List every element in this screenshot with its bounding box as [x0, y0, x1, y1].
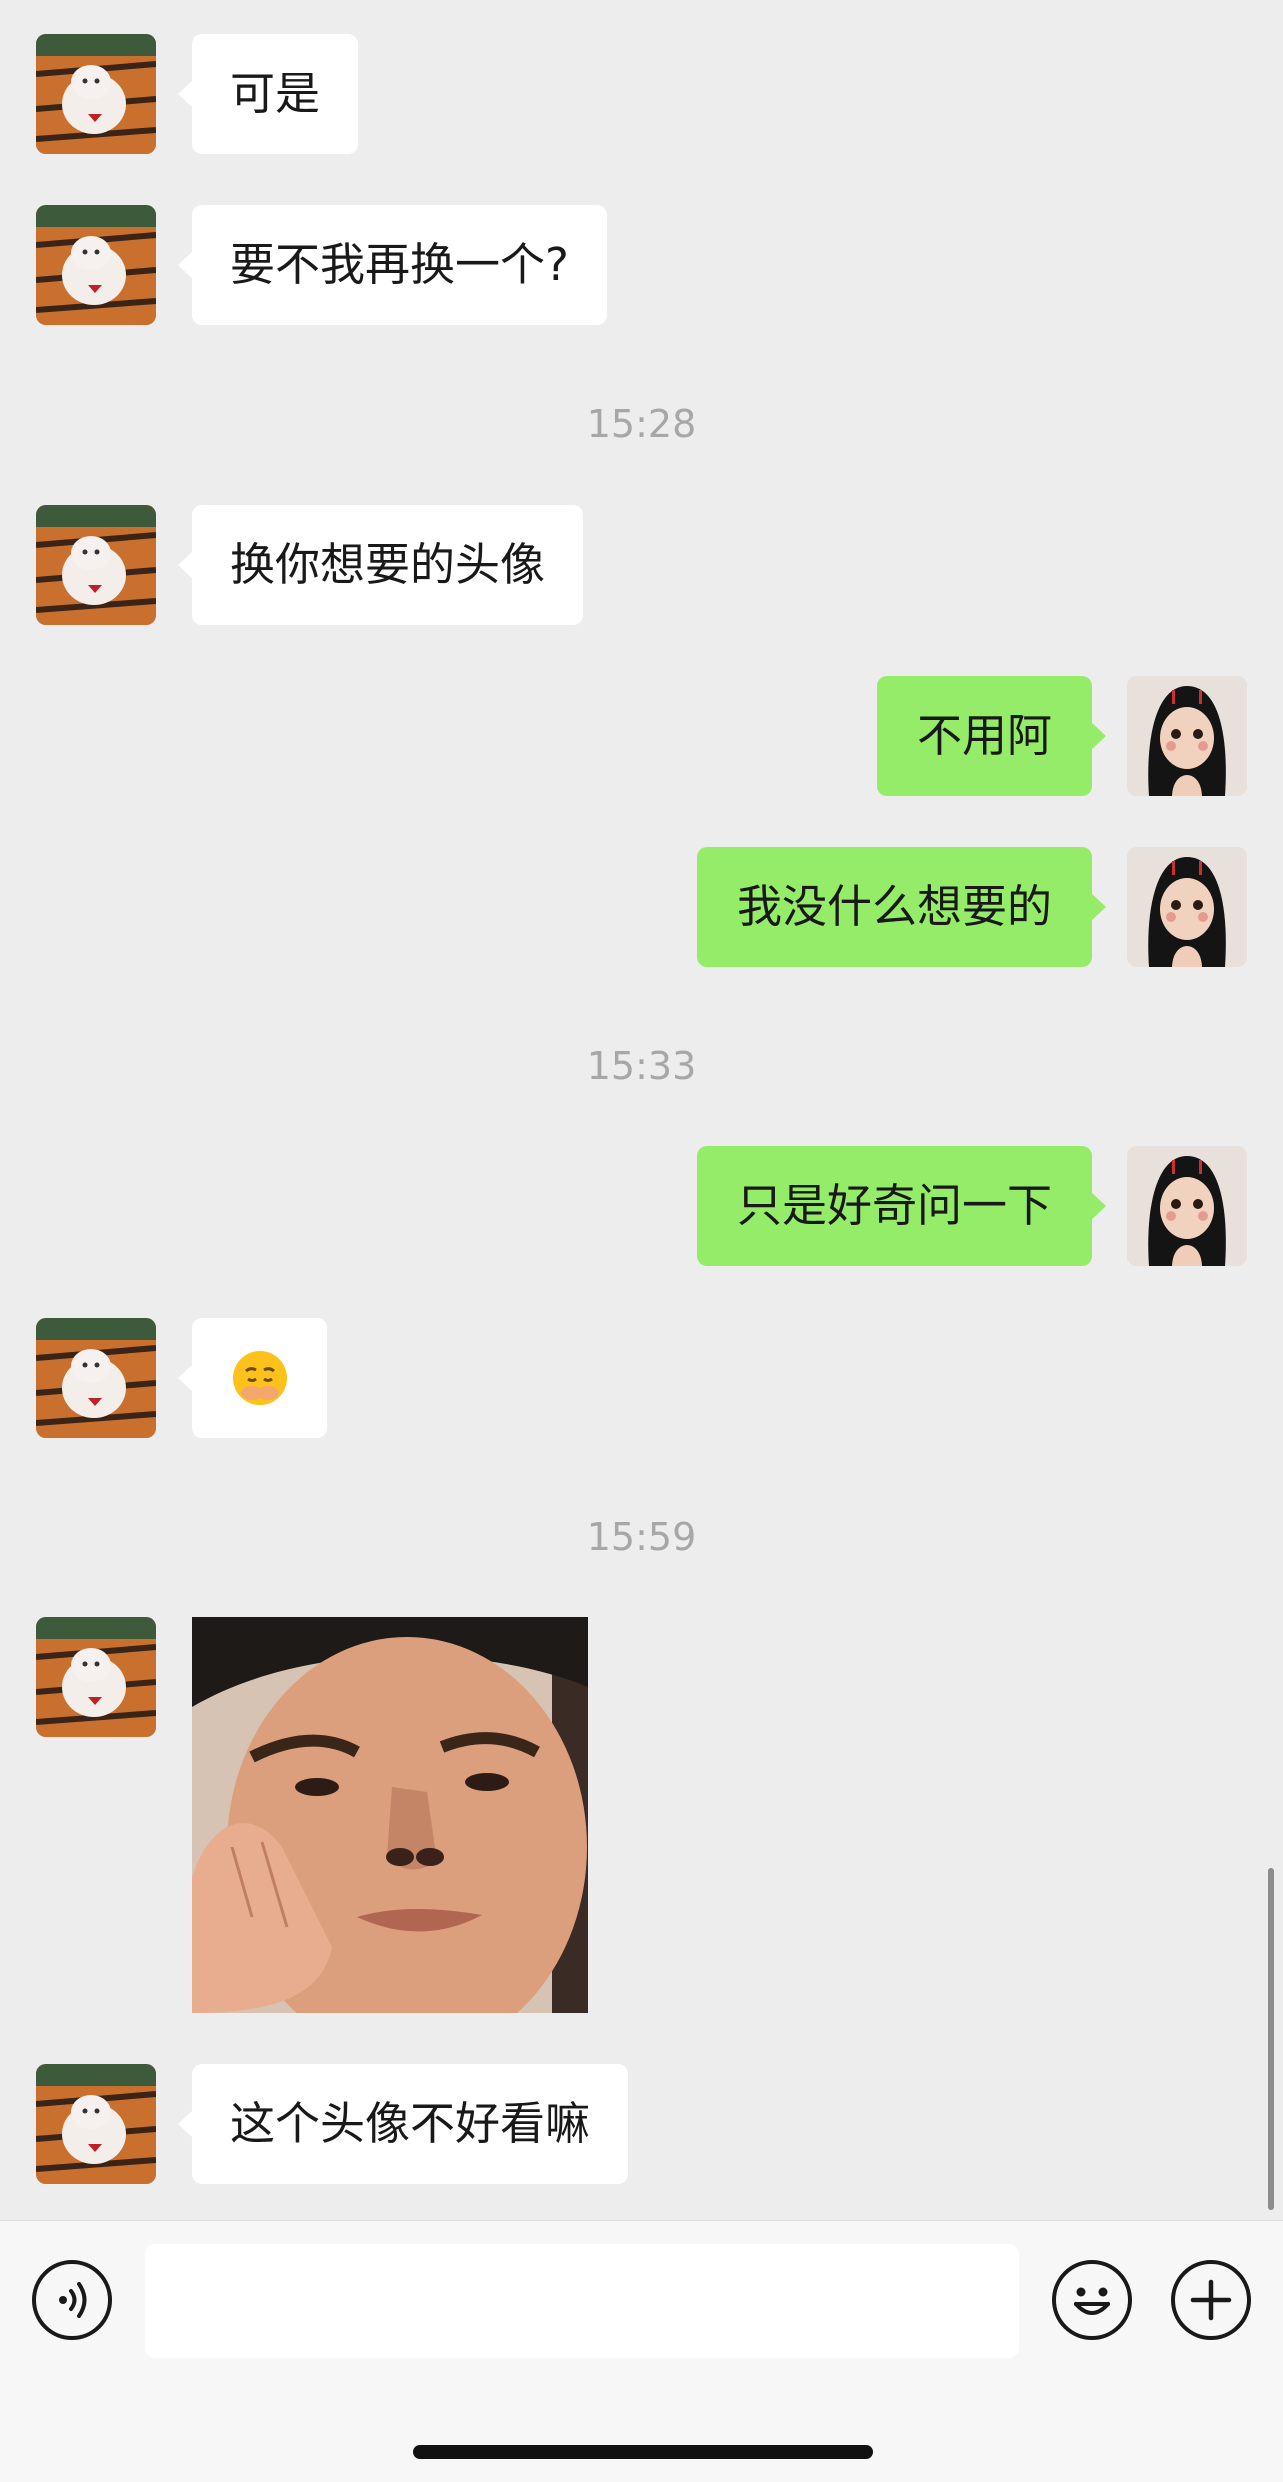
emoji-button[interactable] [1052, 2260, 1132, 2340]
my-avatar[interactable] [1127, 1146, 1247, 1266]
emoji-icon [1074, 2287, 1110, 2315]
sad-face-emoji-icon [233, 1351, 287, 1405]
chat-screen: 可是 要不我再换一个? 15:28 换你想要的头像 不用阿 我没什么想要的 15… [0, 0, 1283, 2482]
my-avatar[interactable] [1127, 676, 1247, 796]
contact-avatar[interactable] [36, 2064, 156, 2184]
contact-avatar[interactable] [36, 1318, 156, 1438]
message-input[interactable] [145, 2244, 1019, 2358]
incoming-message[interactable]: 这个头像不好看嘛 [177, 2064, 629, 2184]
voice-mode-button[interactable] [32, 2260, 112, 2340]
voice-mode-icon [59, 2282, 87, 2318]
input-bar [0, 2220, 1283, 2482]
scrollbar[interactable] [1268, 1868, 1274, 2210]
timestamp: 15:28 [586, 402, 697, 446]
outgoing-message[interactable]: 我没什么想要的 [696, 847, 1107, 967]
home-indicator [413, 2445, 873, 2459]
my-avatar[interactable] [1127, 847, 1247, 967]
timestamp: 15:33 [586, 1044, 697, 1088]
incoming-message[interactable]: 可是 [177, 34, 359, 154]
sticker-image-message[interactable] [192, 1617, 588, 2013]
contact-avatar[interactable] [36, 205, 156, 325]
contact-avatar[interactable] [36, 34, 156, 154]
contact-avatar[interactable] [36, 505, 156, 625]
incoming-message[interactable]: 换你想要的头像 [177, 505, 584, 625]
contact-avatar[interactable] [36, 1617, 156, 1737]
outgoing-message[interactable]: 不用阿 [876, 676, 1107, 796]
incoming-message[interactable]: 要不我再换一个? [178, 205, 607, 325]
more-functions-button[interactable] [1171, 2260, 1251, 2340]
plus-icon [1190, 2279, 1232, 2321]
incoming-emoji-message[interactable] [178, 1318, 327, 1438]
outgoing-message[interactable]: 只是好奇问一下 [696, 1146, 1107, 1266]
timestamp: 15:59 [586, 1515, 697, 1559]
